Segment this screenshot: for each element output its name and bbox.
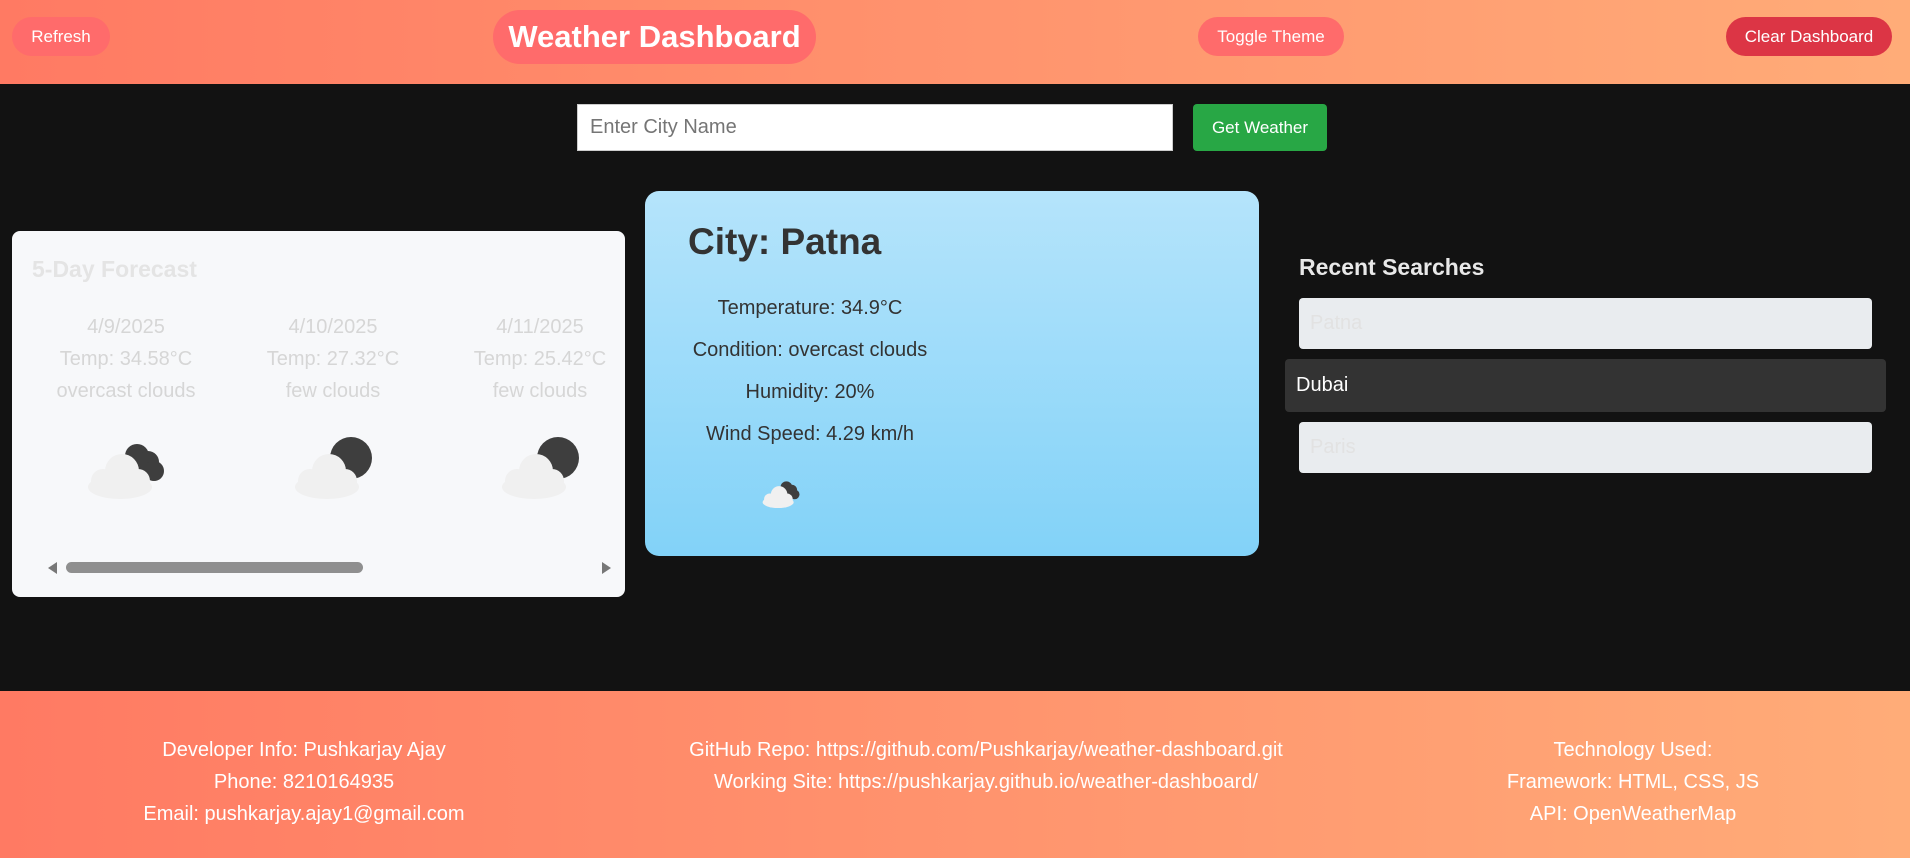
forecast-card: 5-Day Forecast 4/9/2025 Temp: 34.58°C ov… (12, 231, 625, 597)
technology-title: Technology Used: (1553, 739, 1713, 761)
technology-info: Technology Used: Framework: HTML, CSS, J… (1483, 734, 1783, 830)
forecast-day: 4/9/2025 Temp: 34.58°C overcast clouds (26, 311, 226, 407)
get-weather-button[interactable]: Get Weather (1193, 104, 1327, 151)
overcast-clouds-icon (762, 481, 800, 509)
current-temperature: Temperature: 34.9°C (717, 297, 903, 319)
developer-name: Developer Info: Pushkarjay Ajay (162, 739, 446, 761)
forecast-temp: Temp: 25.42°C (473, 348, 607, 370)
developer-info: Developer Info: Pushkarjay Ajay Phone: 8… (104, 734, 504, 830)
city-search-input[interactable] (577, 104, 1173, 151)
page-title: Weather Dashboard (493, 10, 816, 64)
current-wind-speed: Wind Speed: 4.29 km/h (706, 423, 914, 445)
forecast-condition: few clouds (492, 380, 588, 402)
forecast-title: 5-Day Forecast (32, 256, 197, 282)
repo-info: GitHub Repo: https://github.com/Pushkarj… (636, 734, 1336, 798)
github-repo-link[interactable]: GitHub Repo: https://github.com/Pushkarj… (636, 734, 1336, 766)
current-city: City: Patna (688, 221, 882, 262)
recent-search-item[interactable]: Dubai (1285, 359, 1886, 412)
refresh-button[interactable]: Refresh (12, 17, 110, 56)
forecast-day: 4/11/2025 Temp: 25.42°C few clouds (440, 311, 625, 407)
forecast-condition: few clouds (285, 380, 381, 402)
developer-phone: Phone: 8210164935 (213, 771, 395, 793)
header-bar: Refresh Weather Dashboard Toggle Theme C… (0, 0, 1910, 84)
recent-search-item[interactable]: Patna (1299, 298, 1872, 349)
scrollbar-thumb[interactable] (66, 562, 363, 573)
recent-searches-title: Recent Searches (1299, 254, 1485, 280)
scroll-right-arrow-icon[interactable] (602, 562, 611, 574)
overcast-clouds-icon (88, 444, 164, 499)
current-weather-card: City: Patna Temperature: 34.9°C Conditio… (645, 191, 1259, 556)
forecast-date: 4/9/2025 (87, 316, 165, 338)
scroll-left-arrow-icon[interactable] (48, 562, 57, 574)
forecast-temp: Temp: 27.32°C (266, 348, 400, 370)
toggle-theme-button[interactable]: Toggle Theme (1198, 17, 1344, 56)
current-humidity: Humidity: 20% (745, 381, 875, 403)
technology-framework: Framework: HTML, CSS, JS (1506, 771, 1760, 793)
forecast-date: 4/11/2025 (496, 316, 584, 338)
forecast-temp: Temp: 34.58°C (59, 348, 193, 370)
forecast-scrollbar[interactable] (34, 558, 614, 575)
current-condition: Condition: overcast clouds (692, 339, 928, 361)
forecast-day: 4/10/2025 Temp: 27.32°C few clouds (233, 311, 433, 407)
forecast-date: 4/10/2025 (288, 316, 378, 338)
recent-search-item[interactable]: Paris (1299, 422, 1872, 473)
footer: Developer Info: Pushkarjay Ajay Phone: 8… (0, 691, 1910, 858)
working-site-link[interactable]: Working Site: https://pushkarjay.github.… (636, 766, 1336, 798)
developer-email: Email: pushkarjay.ajay1@gmail.com (143, 803, 465, 825)
few-clouds-night-icon (295, 437, 372, 499)
few-clouds-night-icon (502, 437, 579, 499)
clear-dashboard-button[interactable]: Clear Dashboard (1726, 17, 1892, 56)
forecast-condition: overcast clouds (56, 380, 196, 402)
technology-api: API: OpenWeatherMap (1529, 803, 1737, 825)
